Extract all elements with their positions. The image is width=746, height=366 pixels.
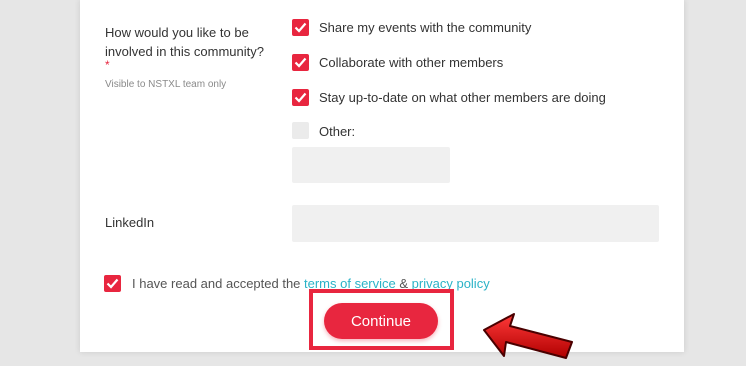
option-label-share-events: Share my events with the community [319, 20, 532, 35]
involvement-question: How would you like to be involved in thi… [105, 23, 290, 61]
checkmark-icon [294, 57, 307, 68]
checkbox-share-events[interactable] [292, 19, 309, 36]
option-label-stay-updated: Stay up-to-date on what other members ar… [319, 90, 606, 105]
linkedin-input[interactable] [292, 205, 659, 242]
checkbox-collaborate[interactable] [292, 54, 309, 71]
terms-checkbox[interactable] [104, 275, 121, 292]
question-line-1: How would you like to be [105, 25, 249, 40]
option-label-other: Other: [319, 124, 356, 139]
linkedin-label: LinkedIn [105, 215, 155, 230]
pointer-arrow-icon [483, 313, 573, 359]
checkbox-other[interactable] [292, 122, 309, 139]
checkmark-icon [294, 92, 307, 103]
checkmark-icon [294, 22, 307, 33]
visibility-hint: Visible to NSTXL team only [105, 79, 227, 90]
checkmark-icon [106, 278, 119, 289]
terms-prefix: I have read and accepted the [132, 276, 305, 291]
option-label-collaborate: Collaborate with other members [319, 55, 504, 70]
checkbox-stay-updated[interactable] [292, 89, 309, 106]
question-line-2: involved in this community? [105, 44, 264, 59]
other-input[interactable] [292, 147, 450, 183]
required-mark: * [105, 58, 110, 72]
highlight-box [309, 289, 454, 350]
